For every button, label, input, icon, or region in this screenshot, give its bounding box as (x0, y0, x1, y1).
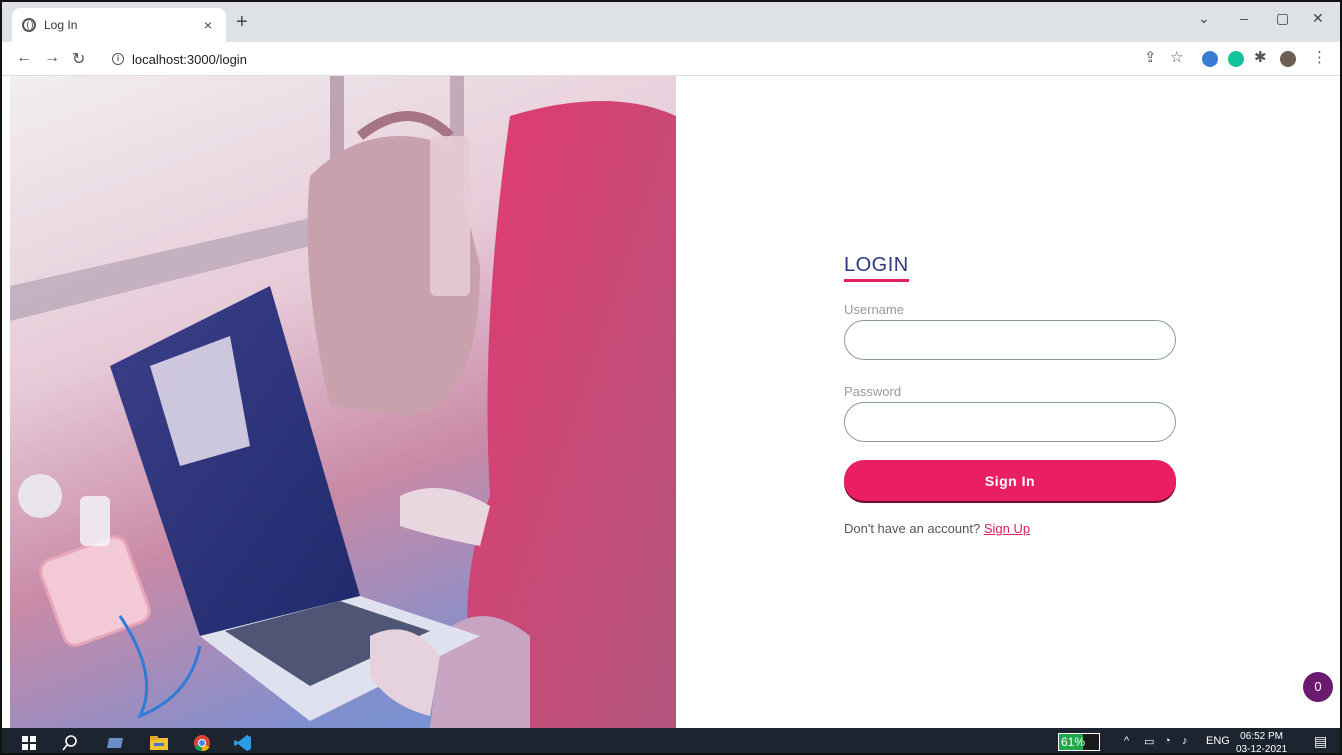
page-content: LOGIN Username Password Sign In Don't ha… (10, 76, 1340, 728)
login-title: LOGIN (844, 254, 909, 282)
address-bar[interactable]: i localhost:3000/login (102, 46, 1162, 72)
windows-start-icon[interactable] (22, 734, 36, 751)
tab-login[interactable]: Log In × (12, 8, 226, 42)
battery-percent: 61% (1061, 735, 1086, 749)
clock-time: 06:52 PM (1240, 731, 1283, 742)
battery-indicator[interactable]: 61% (1058, 733, 1100, 751)
notification-center-icon[interactable]: ▤ (1314, 733, 1327, 750)
close-window-button[interactable]: ✕ (1312, 10, 1324, 27)
new-tab-button[interactable]: + (236, 12, 248, 32)
minimize-button[interactable]: – (1240, 10, 1248, 26)
browser-window: Log In × + ⌄ – ▢ ✕ ← → ↻ i localhost:300… (0, 0, 1342, 755)
extension-icon[interactable] (1202, 51, 1218, 67)
search-icon[interactable] (62, 734, 78, 751)
signup-row: Don't have an account? Sign Up (844, 521, 1184, 536)
hero-image (10, 76, 676, 728)
hero-illustration (10, 76, 676, 728)
taskbar: 61% ^ ▭ ◔ ♪ ENG 06:52 PM 03-12-2021 ▤ (2, 728, 1340, 755)
reload-icon[interactable]: ↻ (72, 49, 85, 69)
sign-up-link[interactable]: Sign Up (984, 521, 1030, 536)
info-icon[interactable]: i (112, 53, 124, 65)
globe-icon (22, 18, 36, 32)
grammarly-icon[interactable] (1228, 51, 1244, 67)
password-label: Password (844, 384, 902, 399)
share-icon[interactable]: ⇪ (1144, 49, 1157, 67)
puzzle-icon[interactable]: ✱ (1254, 49, 1267, 67)
notification-badge-button[interactable]: 0 (1303, 672, 1333, 702)
back-arrow-icon[interactable]: ← (16, 49, 32, 67)
tab-title: Log In (44, 18, 78, 32)
kebab-menu-icon[interactable]: ⋮ (1312, 49, 1327, 67)
chevron-up-icon[interactable]: ^ (1124, 735, 1129, 747)
tab-strip: Log In × + ⌄ – ▢ ✕ (2, 2, 1340, 42)
wifi-icon[interactable]: ◔ (1164, 735, 1171, 747)
signup-prompt: Don't have an account? (844, 521, 981, 536)
file-explorer-icon[interactable] (150, 734, 168, 751)
chrome-icon[interactable] (192, 734, 212, 751)
maximize-button[interactable]: ▢ (1276, 10, 1289, 27)
tab-search-icon[interactable]: ⌄ (1198, 10, 1210, 27)
username-input[interactable] (844, 320, 1176, 360)
username-label: Username (844, 302, 904, 317)
tab-close-icon[interactable]: × (200, 17, 216, 33)
vscode-icon[interactable] (234, 734, 252, 751)
star-icon[interactable]: ☆ (1170, 49, 1183, 67)
clock-date: 03-12-2021 (1236, 744, 1288, 755)
battery-icon[interactable]: ▭ (1144, 735, 1154, 748)
avatar[interactable] (1280, 51, 1296, 67)
forward-arrow-icon[interactable]: → (44, 49, 60, 67)
url-text: localhost:3000/login (132, 51, 247, 67)
volume-icon[interactable]: ♪ (1182, 735, 1188, 747)
sign-in-button[interactable]: Sign In (844, 460, 1176, 501)
login-form: LOGIN Username Password Sign In Don't ha… (844, 254, 1184, 536)
clock[interactable]: 06:52 PM 03-12-2021 (1236, 730, 1288, 755)
password-input[interactable] (844, 402, 1176, 442)
task-view-icon[interactable] (106, 734, 124, 751)
browser-toolbar: ← → ↻ i localhost:3000/login ⇪ ☆ ✱ ⋮ (2, 42, 1340, 76)
language-indicator[interactable]: ENG (1206, 735, 1230, 747)
